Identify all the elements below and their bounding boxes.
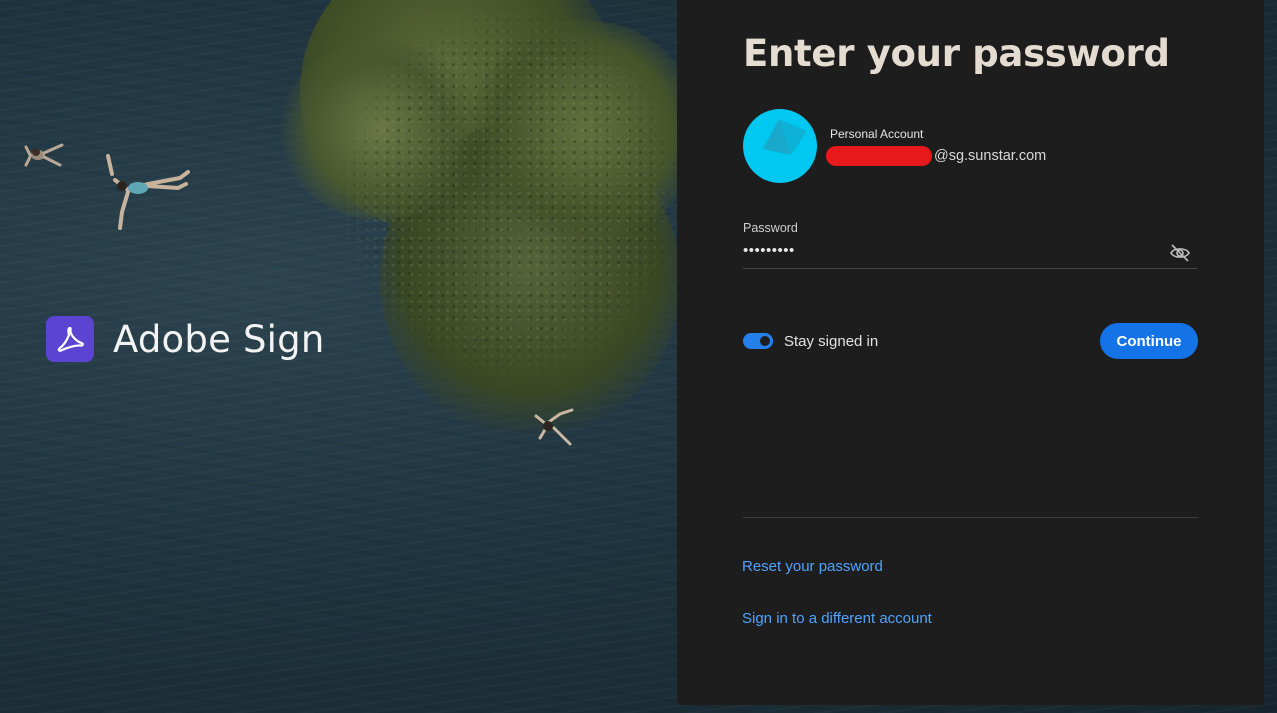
tree-foliage-texture [290, 0, 690, 430]
divider [743, 517, 1198, 518]
account-email-domain: @sg.sunstar.com [934, 148, 1047, 164]
toggle-knob [760, 336, 770, 346]
sign-in-page: Adobe Sign Enter your password Personal … [0, 0, 1277, 713]
login-panel: Enter your password Personal Account @sg… [677, 0, 1264, 705]
password-field[interactable]: ••••••••• [743, 240, 1197, 269]
eye-slash-icon[interactable] [1169, 242, 1191, 264]
password-masked-value[interactable]: ••••••••• [743, 242, 795, 259]
password-label: Password [743, 221, 798, 235]
page-title: Enter your password [743, 32, 1170, 75]
swimmer-figure [534, 408, 574, 446]
stay-signed-in-label[interactable]: Stay signed in [784, 333, 878, 350]
adobe-acrobat-icon [46, 316, 94, 362]
account-email: @sg.sunstar.com [826, 146, 1046, 166]
stay-signed-in-toggle[interactable] [743, 333, 773, 349]
swimmer-figure [106, 154, 190, 230]
different-account-link[interactable]: Sign in to a different account [742, 610, 932, 627]
swimmer-figure [24, 143, 64, 167]
continue-button[interactable]: Continue [1100, 323, 1198, 359]
brand-name: Adobe Sign [113, 317, 325, 361]
redaction-mark [826, 146, 932, 166]
brand: Adobe Sign [46, 316, 325, 362]
reset-password-link[interactable]: Reset your password [742, 558, 883, 575]
account-type-label: Personal Account [830, 127, 924, 141]
avatar [743, 109, 817, 183]
